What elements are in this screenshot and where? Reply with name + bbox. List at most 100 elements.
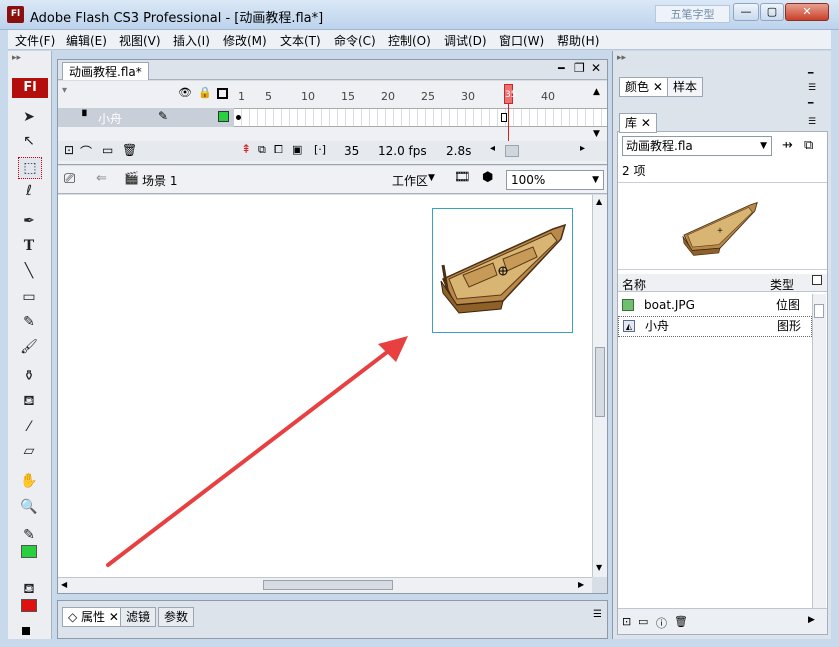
back-arrow-icon[interactable]: ⇐ xyxy=(96,171,107,186)
boat-symbol-instance[interactable] xyxy=(432,208,573,333)
minimize-button[interactable]: — xyxy=(733,3,759,21)
outline-all-icon[interactable] xyxy=(217,88,228,99)
selection-tool-icon[interactable]: ➤ xyxy=(18,107,40,127)
maximize-button[interactable]: ▢ xyxy=(760,3,784,21)
menu-window[interactable]: 窗口(W) xyxy=(499,32,544,49)
workspace-dropdown[interactable]: 工作区 xyxy=(392,172,428,189)
subselection-tool-icon[interactable]: ↖ xyxy=(18,131,40,151)
timeline-scroll-up-icon[interactable]: ▲ xyxy=(593,87,600,97)
panel-menu-icon[interactable]: ☰ xyxy=(593,609,602,620)
scroll-right-icon[interactable]: ▸ xyxy=(580,143,585,154)
pen-tool-icon[interactable]: ✒ xyxy=(18,211,40,231)
delete-item-icon[interactable]: 🗑 xyxy=(674,615,688,628)
panel-menu-icon[interactable]: ━ xyxy=(808,99,813,109)
library-vertical-scrollbar[interactable] xyxy=(812,294,826,628)
scene-name[interactable]: 场景 1 xyxy=(142,172,177,189)
edit-symbol-icon[interactable]: ⬢ xyxy=(482,170,493,185)
ink-bottle-tool-icon[interactable]: ⚱ xyxy=(18,366,40,386)
new-symbol-icon[interactable]: ⊡ xyxy=(622,615,631,628)
layer-name[interactable]: 小舟 xyxy=(98,110,122,127)
eraser-tool-icon[interactable]: ▱ xyxy=(18,441,40,461)
hscroll-thumb[interactable] xyxy=(263,580,393,590)
timeline-hscroll-thumb[interactable] xyxy=(505,145,519,157)
scroll-right-icon[interactable]: ▶ xyxy=(578,580,584,589)
menu-view[interactable]: 视图(V) xyxy=(119,32,161,49)
library-options-icon[interactable] xyxy=(812,275,822,285)
show-hide-all-eye-icon[interactable]: 👁 xyxy=(178,86,192,99)
end-frame-marker[interactable] xyxy=(501,113,507,122)
timeline-collapse-icon[interactable]: ▾ xyxy=(62,85,67,96)
rectangle-tool-icon[interactable]: ▭ xyxy=(18,287,40,307)
column-type[interactable]: 类型 xyxy=(770,276,794,293)
onion-outline-icon[interactable]: ⧠ xyxy=(274,143,283,157)
menu-debug[interactable]: 调试(D) xyxy=(444,32,487,49)
tab-parameters[interactable]: 参数 xyxy=(158,607,195,627)
playhead[interactable]: 35 xyxy=(504,84,516,104)
default-colors-icon[interactable] xyxy=(22,627,30,635)
scroll-up-icon[interactable]: ▲ xyxy=(596,197,602,206)
properties-icon[interactable]: ⓘ xyxy=(656,615,667,631)
eyedropper-tool-icon[interactable]: ⁄ xyxy=(18,417,40,437)
menu-edit[interactable]: 编辑(E) xyxy=(66,32,107,49)
new-folder-icon[interactable]: ▭ xyxy=(638,615,648,628)
pencil-tool-icon[interactable]: ✎ xyxy=(18,312,40,332)
collapse-arrows-icon[interactable]: ▸▸ xyxy=(617,53,626,63)
menu-commands[interactable]: 命令(C) xyxy=(334,32,376,49)
brush-tool-icon[interactable]: 🖌 xyxy=(18,337,40,357)
scroll-left-icon[interactable]: ◂ xyxy=(490,143,495,154)
new-library-panel-icon[interactable]: ⧉ xyxy=(804,138,813,153)
menu-modify[interactable]: 修改(M) xyxy=(223,32,267,49)
layer-frames[interactable] xyxy=(234,108,607,127)
edit-multiple-frames-icon[interactable]: ▣ xyxy=(292,143,302,156)
menu-help[interactable]: 帮助(H) xyxy=(557,32,599,49)
close-doc-icon[interactable]: ✕ xyxy=(591,61,601,75)
center-frame-icon[interactable]: ⇞ xyxy=(241,142,251,156)
timeline-scroll-down-icon[interactable]: ▼ xyxy=(593,129,600,139)
scroll-left-icon[interactable]: ◀ xyxy=(61,580,67,589)
tab-properties[interactable]: ◇ 属性 ✕ xyxy=(62,607,125,627)
collapse-arrows-icon[interactable]: ▸▸ xyxy=(12,53,48,63)
scroll-down-icon[interactable]: ▼ xyxy=(596,563,602,572)
tab-library[interactable]: 库 ✕ xyxy=(619,113,657,133)
vscroll-thumb[interactable] xyxy=(595,347,605,417)
menu-insert[interactable]: 插入(I) xyxy=(173,32,210,49)
keyframe-dot[interactable] xyxy=(236,115,241,120)
timeline-toggle-icon[interactable]: ⎚ xyxy=(64,171,75,187)
tab-swatches[interactable]: 样本 xyxy=(667,77,704,97)
menu-file[interactable]: 文件(F) xyxy=(15,32,55,49)
edit-scene-icon[interactable]: 🎞 xyxy=(454,170,471,185)
add-motion-guide-icon[interactable]: ⌒ xyxy=(80,143,92,160)
restore-doc-icon[interactable]: ❐ xyxy=(574,61,585,75)
document-tab[interactable]: 动画教程.fla* xyxy=(62,62,149,80)
library-document-select[interactable]: 动画教程.fla ▼ xyxy=(622,136,772,156)
add-layer-icon[interactable]: ⊡ xyxy=(64,143,74,157)
paint-bucket-tool-icon[interactable]: ⛾ xyxy=(18,391,40,411)
tab-color[interactable]: 颜色 ✕ xyxy=(619,77,669,97)
delete-layer-icon[interactable]: 🗑 xyxy=(122,143,137,157)
stage-vertical-scrollbar[interactable]: ▲ ▼ xyxy=(592,195,607,577)
scroll-right-icon[interactable]: ▶ xyxy=(808,615,815,625)
lock-all-icon[interactable]: 🔒 xyxy=(198,86,212,99)
text-tool-icon[interactable]: T xyxy=(18,236,40,256)
panel-options-icon[interactable]: ☰ xyxy=(808,83,816,93)
free-transform-tool-icon[interactable]: ⬚ xyxy=(18,157,42,179)
hand-tool-icon[interactable]: ✋ xyxy=(18,471,40,491)
layer-outline-color-icon[interactable] xyxy=(218,111,229,122)
list-item[interactable]: ◭ 小舟 图形 xyxy=(618,316,812,337)
onion-skin-icon[interactable]: ⧉ xyxy=(258,143,266,157)
add-folder-icon[interactable]: ▭ xyxy=(102,143,113,157)
column-name[interactable]: 名称 xyxy=(622,276,646,293)
vscroll-thumb[interactable] xyxy=(814,304,824,318)
stage-horizontal-scrollbar[interactable]: ◀ ▶ xyxy=(58,577,592,593)
close-button[interactable]: ✕ xyxy=(785,3,829,21)
fill-color-swatch[interactable] xyxy=(21,599,37,612)
frame-ruler[interactable]: 1 5 10 15 20 25 30 40 xyxy=(234,81,607,107)
zoom-tool-icon[interactable]: 🔍 xyxy=(18,497,40,517)
lasso-tool-icon[interactable]: ℓ xyxy=(18,181,40,201)
panel-menu-icon[interactable]: ━ xyxy=(558,62,565,75)
modify-onion-markers-icon[interactable]: [·] xyxy=(314,143,326,156)
menu-control[interactable]: 控制(O) xyxy=(388,32,431,49)
menu-text[interactable]: 文本(T) xyxy=(280,32,321,49)
panel-menu-icon[interactable]: ━ xyxy=(808,69,813,79)
zoom-select[interactable]: 100% ▼ xyxy=(506,170,604,190)
